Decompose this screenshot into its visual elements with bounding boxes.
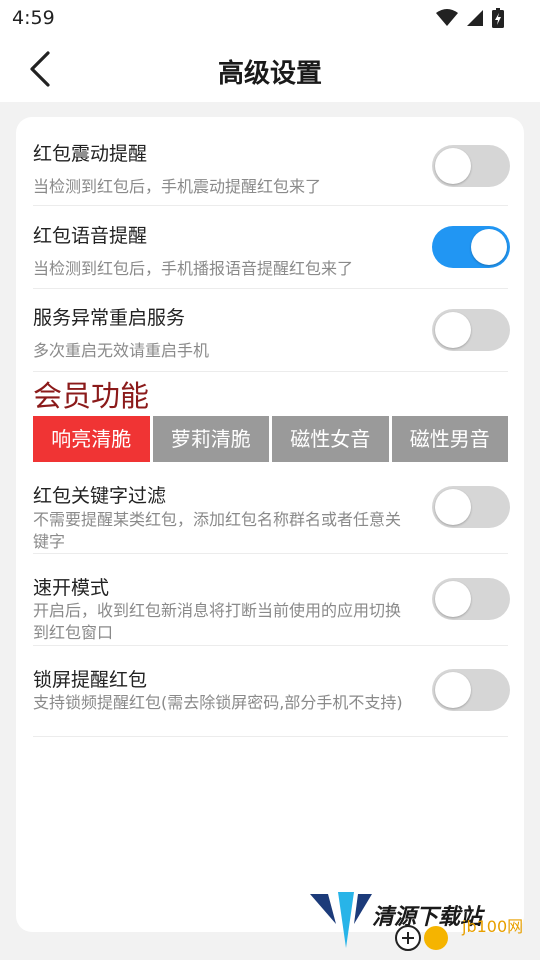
vibration-reminder-toggle[interactable]: [432, 145, 510, 187]
toggle-knob: [471, 229, 507, 265]
setting-voice-reminder: 红包语音提醒 当检测到红包后，手机播报语音提醒红包来了: [33, 206, 510, 289]
page-title: 高级设置: [217, 59, 322, 89]
battery-icon: [492, 8, 504, 28]
quick-open-mode-toggle[interactable]: [432, 578, 510, 620]
setting-title: 速开模式: [33, 577, 110, 599]
setting-title: 红包语音提醒: [33, 225, 148, 247]
status-time: 4:59: [12, 7, 55, 29]
toggle-knob: [435, 148, 471, 184]
voice-reminder-toggle[interactable]: [432, 226, 510, 268]
member-section-title: 会员功能: [33, 379, 150, 413]
svg-text:jb100网: jb100网: [461, 917, 523, 936]
wifi-icon: [436, 9, 458, 26]
service-restart-toggle[interactable]: [432, 309, 510, 351]
settings-card: 红包震动提醒 当检测到红包后，手机震动提醒红包来了 红包语音提醒 当检测到红包后…: [16, 117, 524, 932]
setting-title: 服务异常重启服务: [33, 307, 186, 329]
voice-selector: 响亮清脆 萝莉清脆 磁性女音 磁性男音: [33, 416, 508, 462]
cell-signal-icon: [467, 10, 483, 26]
toggle-knob: [435, 312, 471, 348]
voice-tab-magnetic-female[interactable]: 磁性女音: [272, 416, 389, 462]
setting-lock-screen-reminder: 锁屏提醒红包 支持锁频提醒红包(需去除锁屏密码,部分手机不支持): [33, 646, 510, 737]
voice-tab-loli-crisp[interactable]: 萝莉清脆: [152, 416, 269, 462]
keyword-filter-toggle[interactable]: [432, 486, 510, 528]
toggle-knob: [435, 489, 471, 525]
status-icons: [436, 8, 504, 28]
voice-tab-magnetic-male[interactable]: 磁性男音: [391, 416, 508, 462]
toggle-knob: [435, 581, 471, 617]
setting-description: 不需要提醒某类红包，添加红包名称群名或者任意关键字: [33, 510, 402, 551]
setting-description: 当检测到红包后，手机播报语音提醒红包来了: [33, 259, 354, 278]
voice-tab-loud-crisp[interactable]: 响亮清脆: [33, 416, 150, 462]
setting-description: 支持锁频提醒红包(需去除锁屏密码,部分手机不支持): [33, 693, 403, 712]
status-bar: 4:59: [0, 0, 540, 36]
watermark-logo: 清源下载站 jb100网: [310, 892, 523, 951]
setting-service-restart: 服务异常重启服务 多次重启无效请重启手机: [33, 289, 510, 372]
toggle-knob: [435, 672, 471, 708]
setting-title: 红包关键字过滤: [33, 485, 167, 507]
app-bar: 高级设置: [0, 36, 540, 102]
setting-vibration-reminder: 红包震动提醒 当检测到红包后，手机震动提醒红包来了: [33, 125, 510, 206]
setting-quick-open-mode: 速开模式 开启后，收到红包新消息将打断当前使用的应用切换到红包窗口: [33, 554, 510, 646]
setting-description: 多次重启无效请重启手机: [33, 341, 210, 360]
setting-keyword-filter: 红包关键字过滤 不需要提醒某类红包，添加红包名称群名或者任意关键字: [33, 469, 510, 554]
lock-screen-reminder-toggle[interactable]: [432, 669, 510, 711]
setting-description: 当检测到红包后，手机震动提醒红包来了: [33, 177, 322, 196]
setting-title: 锁屏提醒红包: [33, 669, 148, 691]
setting-title: 红包震动提醒: [33, 143, 148, 165]
setting-description: 开启后，收到红包新消息将打断当前使用的应用切换到红包窗口: [33, 601, 402, 642]
